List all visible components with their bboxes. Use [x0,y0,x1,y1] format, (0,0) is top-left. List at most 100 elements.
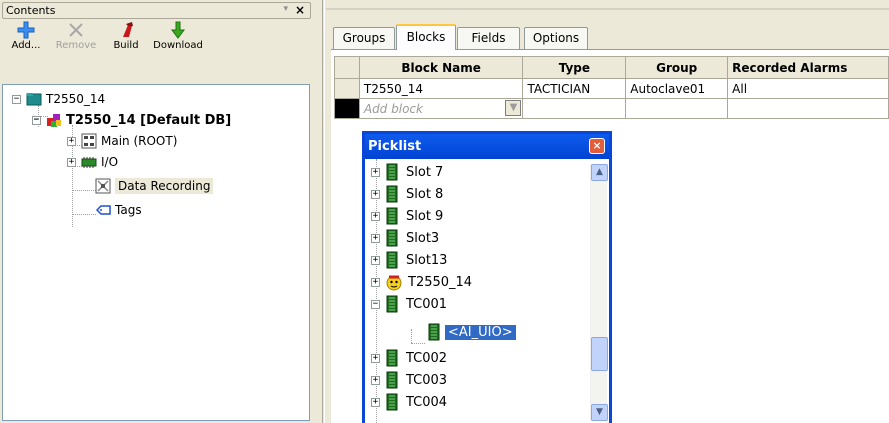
picklist-title-bar[interactable]: Picklist [365,134,609,159]
controller-icon [386,275,402,291]
expand-icon[interactable]: + [371,189,380,199]
close-pane-icon[interactable]: × [295,3,305,17]
list-item[interactable]: + Slot 8 [371,183,443,205]
dropdown-arrow-icon[interactable]: ▼ [505,100,522,116]
collapse-icon[interactable]: − [12,94,21,104]
list-item[interactable]: + TC002 [371,347,447,369]
list-item[interactable]: − TC001 [371,293,447,315]
remove-button[interactable]: Remove [52,21,100,61]
expand-icon[interactable]: + [371,255,380,265]
tree-item-tags[interactable]: Tags [95,200,142,220]
tree-item-database[interactable]: − T2550_14 [Default DB] [32,110,231,130]
new-row[interactable]: Add block ▼ [334,98,889,119]
tree-item-project[interactable]: − T2550_14 [12,89,105,109]
add-button[interactable]: Add... [6,21,46,61]
col-header-group[interactable]: Group [625,56,729,79]
picklist-item-label: TC004 [406,394,448,410]
tree-label-data-recording: Data Recording [115,178,214,194]
picklist-item-label: Slot 9 [406,208,444,224]
io-slot-icon [386,229,398,247]
list-item-selected[interactable]: <AI_UIO> [427,321,517,343]
empty-cell[interactable] [625,98,729,119]
expand-icon[interactable]: + [67,136,76,146]
cell-block-name[interactable]: T2550_14 [358,78,524,99]
expand-icon[interactable]: + [371,353,380,363]
tree-item-main[interactable]: + Main (ROOT) [67,131,177,151]
tab-blocks[interactable]: Blocks [396,24,456,50]
io-slot-icon [386,349,398,367]
expand-icon[interactable]: + [371,397,380,407]
picklist-item-label: Slot 8 [406,186,444,202]
io-slot-icon [386,163,398,181]
tag-icon [95,205,111,215]
list-item[interactable]: + Slot3 [371,227,439,249]
collapse-icon[interactable]: − [371,299,380,309]
picklist-item-label: TC002 [406,350,448,366]
close-picklist-button[interactable]: × [589,138,605,154]
expand-icon[interactable]: + [371,167,380,177]
io-module-icon [81,157,97,168]
contents-pane: Contents ▾ × Add... Remove Build Downloa… [0,0,314,423]
collapse-icon[interactable]: − [32,115,41,125]
list-item[interactable]: + Slot 7 [371,161,443,183]
download-arrow-icon [171,21,185,39]
list-item[interactable]: + TC003 [371,369,447,391]
diagram-icon [81,133,97,149]
build-button[interactable]: Build [106,21,146,61]
picklist-popup: Picklist × + Slot 7 + Slot 8 + Slot 9 + … [362,131,612,423]
picklist-item-label: Slot 7 [406,164,444,180]
col-header-recorded-alarms[interactable]: Recorded Alarms [727,56,889,79]
picklist-tree: + Slot 7 + Slot 8 + Slot 9 + Slot3 + Slo… [365,159,609,423]
io-slot-icon [386,207,398,225]
tab-fields[interactable]: Fields [457,27,520,49]
grid-header-row: Block Name Type Group Recorded Alarms [334,56,889,79]
tab-options[interactable]: Options [524,27,588,49]
tree-label-project: T2550_14 [46,92,106,106]
cell-type[interactable]: TACTICIAN [522,78,627,99]
list-item[interactable]: + Slot 9 [371,205,443,227]
row-header-corner [334,56,360,79]
io-point-icon [428,323,440,341]
pane-splitter[interactable] [314,0,326,423]
build-label: Build [113,40,139,51]
empty-cell[interactable] [727,98,889,119]
list-item[interactable]: + Slot13 [371,249,447,271]
scroll-down-icon[interactable]: ▼ [591,404,608,421]
expand-icon[interactable]: + [371,233,380,243]
tree-item-io[interactable]: + I/O [67,152,118,172]
list-item[interactable]: + T2550_14 [371,271,472,293]
col-header-type[interactable]: Type [522,56,627,79]
list-item[interactable]: + TC004 [371,391,447,413]
picklist-title: Picklist [368,139,422,154]
row-header-current[interactable] [334,98,360,119]
add-label: Add... [11,40,41,51]
picklist-item-label: TC001 [406,296,448,312]
add-block-placeholder: Add block [363,101,423,116]
expand-icon[interactable]: + [67,157,76,167]
tree-item-data-recording[interactable]: Data Recording [95,176,214,196]
download-label: Download [153,40,203,51]
expand-icon[interactable]: + [371,211,380,221]
scroll-thumb[interactable] [591,337,608,371]
picklist-item-label: T2550_14 [408,274,473,290]
row-header[interactable] [334,78,360,99]
add-block-cell[interactable]: Add block ▼ [358,98,524,119]
col-header-block-name[interactable]: Block Name [358,56,524,79]
expand-icon[interactable]: + [371,277,380,287]
io-slot-icon [386,251,398,269]
download-button[interactable]: Download [148,21,208,61]
cell-group[interactable]: Autoclave01 [625,78,729,99]
scroll-up-icon[interactable]: ▲ [591,164,608,181]
picklist-scrollbar[interactable]: ▲ ▼ [590,164,608,421]
table-row[interactable]: T2550_14 TACTICIAN Autoclave01 All [334,78,889,99]
remove-label: Remove [55,40,97,51]
tab-groups[interactable]: Groups [333,27,395,49]
tree-label-database: T2550_14 [Default DB] [66,112,232,128]
cell-recorded-alarms[interactable]: All [727,78,889,99]
pane-menu-icon[interactable]: ▾ [283,4,288,14]
io-slot-icon [386,393,398,411]
picklist-item-label: <AI_UIO> [444,323,517,341]
expand-icon[interactable]: + [371,375,380,385]
empty-cell[interactable] [522,98,627,119]
remove-icon [69,23,83,37]
